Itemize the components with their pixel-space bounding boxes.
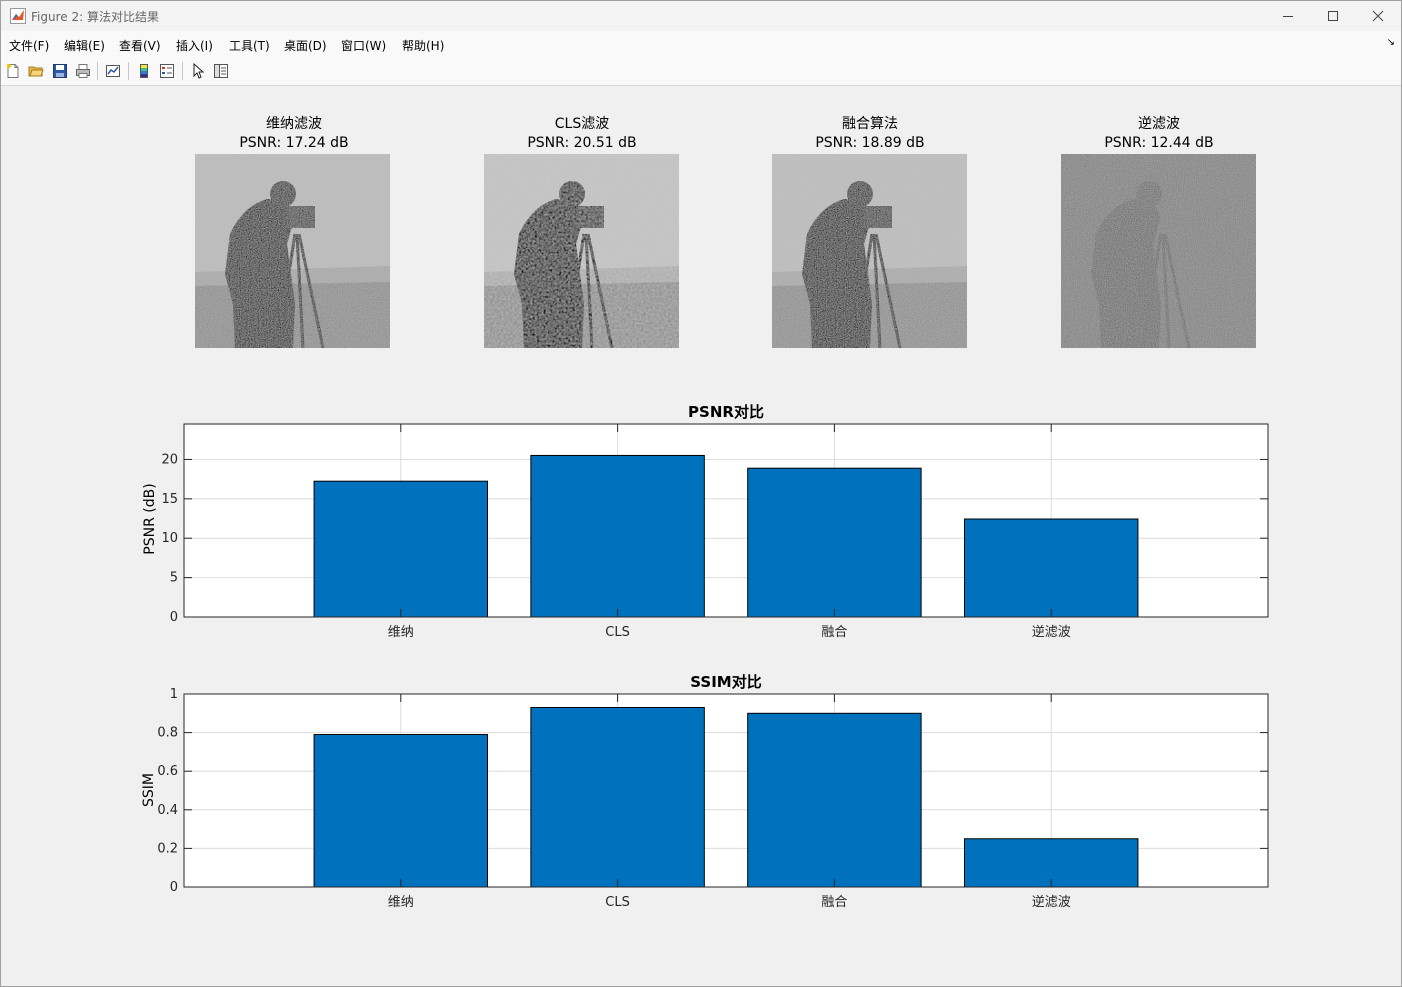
psnr-xtick-label: CLS: [605, 625, 630, 640]
ssim-xtick-label: 融合: [821, 895, 847, 910]
maximize-icon: [1328, 11, 1338, 21]
minimize-button[interactable]: [1265, 1, 1311, 31]
menu-insert[interactable]: 插入(I): [176, 37, 213, 54]
ssim-bar-chart: 0 0.2 0.4 0.6 0.8 1 维纳 CLS 融合 逆滤波: [157, 687, 1269, 910]
ssim-bar: [530, 707, 705, 888]
print-icon[interactable]: [75, 63, 91, 79]
image-title-label: 逆滤波: [1138, 116, 1180, 132]
toolbar-separator: [97, 62, 98, 80]
ssim-ytick-label: 1: [170, 687, 178, 702]
link-plot-icon[interactable]: [105, 63, 121, 79]
save-icon[interactable]: [52, 63, 68, 79]
figure-window: Figure 2: 算法对比结果 文件(F) 编辑(E) 查看(V) 插入(I)…: [0, 0, 1402, 987]
image-title-cls: CLS滤波 PSNR: 20.51 dB: [472, 115, 692, 153]
psnr-xtick-label: 逆滤波: [1032, 624, 1071, 640]
ssim-ytick-label: 0.6: [157, 764, 178, 779]
insert-legend-icon[interactable]: [159, 63, 175, 79]
menu-desktop[interactable]: 桌面(D): [284, 37, 327, 54]
new-figure-icon[interactable]: [5, 63, 21, 79]
psnr-xtick-label: 维纳: [388, 625, 414, 640]
title-bar: Figure 2: 算法对比结果: [1, 1, 1401, 31]
ssim-ytick-label: 0: [170, 880, 178, 895]
insert-colorbar-icon[interactable]: [136, 63, 152, 79]
ssim-ytick-label: 0.8: [157, 726, 178, 741]
image-title-label: 维纳滤波: [266, 116, 322, 132]
psnr-bar-chart: 0 5 10 15 20 维纳 CLS 融合 逆滤波: [161, 423, 1269, 640]
ssim-xtick-label: 维纳: [388, 895, 414, 910]
ssim-xtick-label: 逆滤波: [1032, 894, 1071, 910]
toolbar-separator: [128, 62, 129, 80]
image-title-fusion: 融合算法 PSNR: 18.89 dB: [760, 115, 980, 153]
psnr-ytick-label: 5: [170, 571, 178, 586]
psnr-bar: [530, 454, 705, 618]
menu-view[interactable]: 查看(V): [119, 37, 161, 54]
ssim-ytick-label: 0.4: [157, 803, 178, 818]
psnr-xtick-label: 融合: [821, 625, 847, 640]
restored-image-inverse: [1061, 154, 1256, 348]
menu-edit[interactable]: 编辑(E): [64, 37, 105, 54]
maximize-button[interactable]: [1310, 1, 1356, 31]
matlab-icon: [10, 8, 26, 24]
image-title-wiener: 维纳滤波 PSNR: 17.24 dB: [184, 115, 404, 153]
image-psnr-label: PSNR: 17.24 dB: [239, 135, 349, 151]
image-title-label: CLS滤波: [554, 116, 610, 132]
menu-tools[interactable]: 工具(T): [229, 37, 270, 54]
menu-window[interactable]: 窗口(W): [341, 37, 386, 54]
psnr-bar: [963, 518, 1139, 618]
window-title: Figure 2: 算法对比结果: [31, 10, 159, 24]
restored-image-fusion: [772, 154, 967, 348]
menu-file[interactable]: 文件(F): [9, 37, 49, 54]
edit-plot-icon[interactable]: [190, 63, 206, 79]
ssim-bar: [313, 734, 489, 888]
ssim-ytick-label: 0.2: [157, 841, 178, 856]
minimize-icon: [1283, 16, 1293, 17]
psnr-ytick-label: 15: [161, 492, 178, 507]
restored-image-cls: [484, 154, 679, 348]
menu-bar: 文件(F) 编辑(E) 查看(V) 插入(I) 工具(T) 桌面(D) 窗口(W…: [1, 31, 1401, 57]
property-inspector-icon[interactable]: [213, 63, 229, 79]
psnr-ytick-label: 0: [170, 610, 178, 625]
image-title-inverse: 逆滤波 PSNR: 12.44 dB: [1049, 115, 1269, 153]
restored-image-wiener: [195, 154, 390, 348]
image-psnr-label: PSNR: 18.89 dB: [815, 135, 925, 151]
image-psnr-label: PSNR: 20.51 dB: [527, 135, 637, 151]
psnr-bar: [747, 467, 922, 618]
close-button[interactable]: [1355, 1, 1401, 31]
figure-toolbar: [1, 57, 1401, 86]
ssim-xtick-label: CLS: [605, 895, 630, 910]
psnr-bar: [313, 480, 489, 618]
dock-arrow-icon[interactable]: ↘: [1387, 37, 1395, 48]
image-psnr-label: PSNR: 12.44 dB: [1104, 135, 1214, 151]
psnr-ytick-label: 10: [161, 531, 178, 546]
psnr-ytick-label: 20: [161, 452, 178, 467]
menu-help[interactable]: 帮助(H): [402, 37, 444, 54]
ssim-bar: [747, 712, 922, 888]
image-title-label: 融合算法: [842, 116, 898, 132]
open-file-icon[interactable]: [28, 63, 44, 79]
close-icon: [1372, 10, 1384, 22]
toolbar-separator: [182, 62, 183, 80]
